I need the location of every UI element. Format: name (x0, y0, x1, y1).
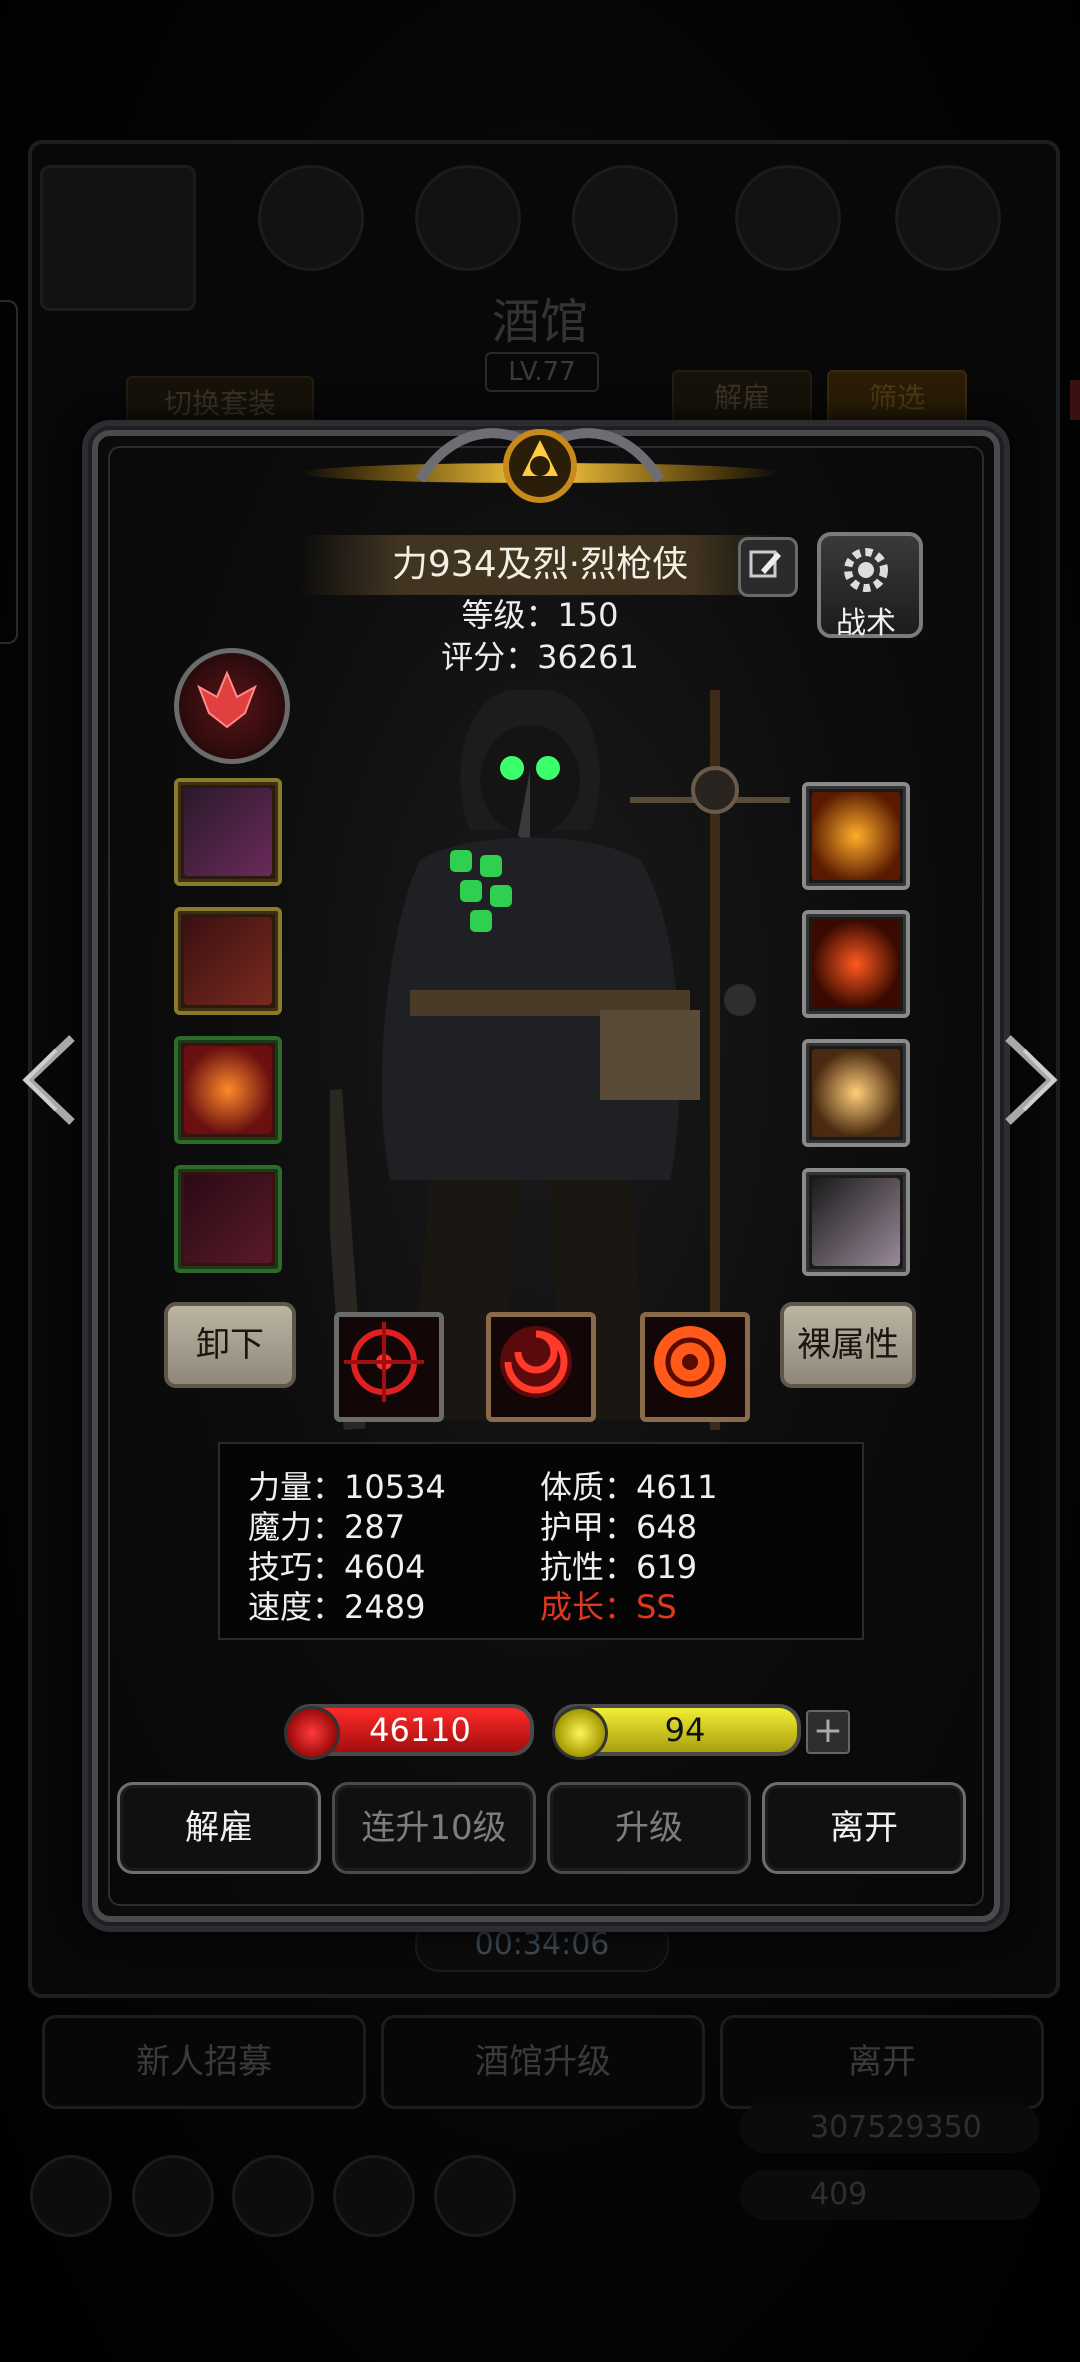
crosshair-skill-icon (344, 1322, 424, 1402)
flame-crest-icon (197, 670, 257, 729)
boots-icon (184, 1175, 272, 1263)
bg-menu-icon-5 (434, 2155, 516, 2237)
bg-level-badge: LV.77 (485, 352, 599, 392)
flame-ring-icon (812, 792, 900, 880)
hero-name: 力934及烈·烈枪侠 (391, 544, 689, 585)
equip-slot-boots[interactable] (174, 1165, 282, 1273)
bg-dismiss-button: 解雇 (672, 370, 812, 426)
feather-icon (812, 1178, 900, 1266)
pistol-icon (184, 788, 272, 876)
side-marker (1070, 380, 1080, 420)
unequip-button[interactable]: 卸下 (164, 1302, 296, 1388)
tactics-label: 战术 (836, 606, 896, 641)
bg-gem-counter: 409 (740, 2170, 1040, 2220)
jacket-icon (184, 917, 272, 1005)
equip-slot-accessory-1[interactable] (802, 782, 910, 890)
bg-tavern-upgrade-button: 酒馆升级 (381, 2015, 705, 2109)
bg-menu-icon-1 (30, 2155, 112, 2237)
bg-gold-counter: 307529350 (740, 2103, 1040, 2153)
stat-speed: 速度：2489 (248, 1588, 426, 1626)
bg-tab-icon-1 (258, 165, 364, 271)
bg-menu-icon-2 (132, 2155, 214, 2237)
bg-recruit-button: 新人招募 (42, 2015, 366, 2109)
bg-tab-hero-icon (40, 165, 196, 311)
bg-menu-icon-3 (232, 2155, 314, 2237)
burst-target-skill-icon (654, 1326, 726, 1398)
bg-switch-outfit-button: 切换套装 (126, 376, 314, 432)
skill-slot-1[interactable] (334, 1312, 444, 1422)
bg-menu-icon-4 (333, 2155, 415, 2237)
bg-timer: 00:34:06 (415, 1918, 669, 1972)
bg-tab-icon-2 (415, 165, 521, 271)
hp-value: 46110 (369, 1711, 471, 1749)
fire-orb-icon (812, 920, 900, 1008)
gear-icon (844, 548, 888, 592)
dismiss-button[interactable]: 解雇 (117, 1782, 321, 1874)
pencil-icon (749, 550, 781, 578)
bg-tab-icon-4 (735, 165, 841, 271)
skill-slot-2[interactable] (486, 1312, 596, 1422)
bg-tab-icon-3 (572, 165, 678, 271)
equip-slot-armor[interactable] (174, 907, 282, 1015)
dialog-crest-icon (415, 428, 665, 503)
stat-growth: 成长：SS (540, 1588, 677, 1626)
vortex-skill-icon (500, 1326, 572, 1398)
side-handle (0, 300, 18, 644)
level-up-10-button[interactable]: 连升10级 (332, 1782, 536, 1874)
bg-leave-button: 离开 (720, 2015, 1044, 2109)
energy-value: 94 (664, 1711, 706, 1749)
fire-gun-icon (184, 1046, 272, 1134)
previous-hero-arrow-icon[interactable] (16, 1030, 86, 1130)
equip-slot-offhand[interactable] (174, 1036, 282, 1144)
leave-button[interactable]: 离开 (762, 1782, 966, 1874)
class-emblem[interactable] (174, 648, 290, 764)
edit-name-button[interactable] (738, 537, 798, 597)
level-up-button[interactable]: 升级 (547, 1782, 751, 1874)
hero-level: 等级：150 (461, 596, 619, 634)
bg-tab-icon-5 (895, 165, 1001, 271)
skill-slot-3[interactable] (640, 1312, 750, 1422)
next-hero-arrow-icon[interactable] (994, 1030, 1064, 1130)
equip-slot-accessory-2[interactable] (802, 910, 910, 1018)
bg-filter-button: 筛选 (827, 370, 967, 426)
equip-slot-weapon[interactable] (174, 778, 282, 886)
add-energy-button[interactable]: + (806, 1710, 850, 1754)
equip-slot-accessory-4[interactable] (802, 1168, 910, 1276)
naked-attributes-button[interactable]: 裸属性 (780, 1302, 916, 1388)
lantern-icon (812, 1049, 900, 1137)
bg-title: 酒馆 (491, 294, 588, 350)
equip-slot-accessory-3[interactable] (802, 1039, 910, 1147)
